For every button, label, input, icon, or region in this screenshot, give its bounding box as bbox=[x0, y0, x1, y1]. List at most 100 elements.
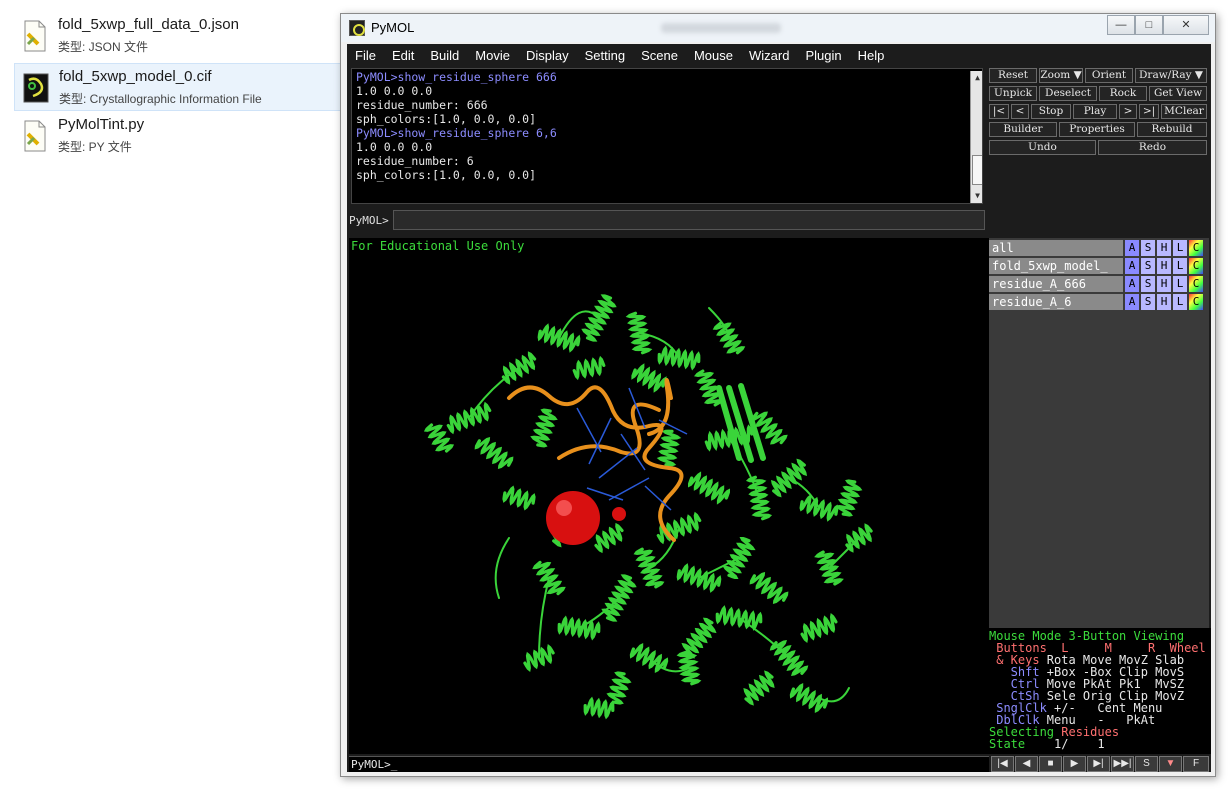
undo-button[interactable]: Undo bbox=[989, 140, 1096, 155]
maximize-button[interactable]: □ bbox=[1135, 15, 1163, 35]
play-button[interactable]: Play bbox=[1073, 104, 1117, 119]
alpha-helix bbox=[749, 571, 789, 605]
state-value: 1/ 1 bbox=[1025, 737, 1105, 751]
file-item-json[interactable]: fold_5xwp_full_data_0.json 类型: JSON 文件 bbox=[14, 12, 344, 60]
step-back-icon[interactable]: ◀ bbox=[1015, 756, 1038, 772]
scene-button[interactable]: S bbox=[1135, 756, 1158, 772]
menu-edit[interactable]: Edit bbox=[384, 44, 422, 66]
loop-segment bbox=[818, 687, 850, 703]
file-type: 类型: JSON 文件 bbox=[58, 40, 149, 54]
console-output[interactable]: PyMOL>show_residue_sphere 666 1.0 0.0 0.… bbox=[351, 68, 983, 204]
stop-button[interactable]: Stop bbox=[1031, 104, 1071, 119]
viewer-command-line[interactable]: PyMOL>_ bbox=[349, 756, 989, 772]
redo-button[interactable]: Redo bbox=[1098, 140, 1207, 155]
protein-structure-render bbox=[423, 294, 873, 720]
menu-movie[interactable]: Movie bbox=[467, 44, 518, 66]
object-show-button[interactable]: S bbox=[1141, 276, 1155, 292]
minimize-button[interactable]: — bbox=[1107, 15, 1135, 35]
reset-button[interactable]: Reset bbox=[989, 68, 1037, 83]
object-show-button[interactable]: S bbox=[1141, 258, 1155, 274]
command-prompt-label: PyMOL> bbox=[349, 214, 389, 227]
stop-icon[interactable]: ■ bbox=[1039, 756, 1062, 772]
file-item-py[interactable]: PyMolTint.py 类型: PY 文件 bbox=[14, 112, 344, 160]
object-action-button[interactable]: A bbox=[1125, 258, 1139, 274]
menu-file[interactable]: File bbox=[347, 44, 384, 66]
pymol-app-icon bbox=[349, 20, 365, 36]
title-bar[interactable]: PyMOL — □ ✕ bbox=[341, 14, 1215, 42]
prev-frame-button[interactable]: < bbox=[1011, 104, 1029, 119]
next-frame-button[interactable]: > bbox=[1119, 104, 1137, 119]
residue-sphere-6 bbox=[612, 507, 626, 521]
object-color-button[interactable]: C bbox=[1189, 294, 1203, 310]
object-name[interactable]: residue_A_666 bbox=[989, 276, 1123, 292]
play-icon[interactable]: ▶ bbox=[1063, 756, 1086, 772]
object-color-button[interactable]: C bbox=[1189, 240, 1203, 256]
rebuild-button[interactable]: Rebuild bbox=[1137, 122, 1207, 137]
menu-plugin[interactable]: Plugin bbox=[797, 44, 849, 66]
unpick-button[interactable]: Unpick bbox=[989, 86, 1037, 101]
alpha-helix bbox=[423, 423, 455, 453]
command-row: PyMOL> bbox=[347, 210, 987, 232]
object-color-button[interactable]: C bbox=[1189, 258, 1203, 274]
alpha-helix bbox=[606, 671, 632, 705]
object-action-button[interactable]: A bbox=[1125, 294, 1139, 310]
deselect-button[interactable]: Deselect bbox=[1039, 86, 1097, 101]
close-button[interactable]: ✕ bbox=[1163, 15, 1209, 35]
object-label-button[interactable]: L bbox=[1173, 240, 1187, 256]
object-hide-button[interactable]: H bbox=[1157, 240, 1171, 256]
object-label-button[interactable]: L bbox=[1173, 294, 1187, 310]
file-name: fold_5xwp_full_data_0.json bbox=[58, 16, 239, 33]
file-type: 类型: Crystallographic Information File bbox=[59, 92, 262, 106]
scroll-up-arrow-icon[interactable]: ▲ bbox=[971, 71, 982, 85]
alpha-helix bbox=[743, 670, 775, 706]
alpha-helix bbox=[835, 479, 863, 517]
scroll-thumb[interactable] bbox=[972, 155, 982, 185]
object-name[interactable]: all bbox=[989, 240, 1123, 256]
console-line: sph_colors:[1.0, 0.0, 0.0] bbox=[356, 168, 537, 182]
object-hide-button[interactable]: H bbox=[1157, 276, 1171, 292]
menu-mouse[interactable]: Mouse bbox=[686, 44, 741, 66]
orient-button[interactable]: Orient bbox=[1085, 68, 1133, 83]
object-color-button[interactable]: C bbox=[1189, 276, 1203, 292]
menu-help[interactable]: Help bbox=[850, 44, 893, 66]
menu-setting[interactable]: Setting bbox=[577, 44, 633, 66]
zoom-button[interactable]: Zoom ▼ bbox=[1039, 68, 1083, 83]
mouse-mode-panel[interactable]: Mouse Mode 3-Button Viewing Buttons L M … bbox=[989, 628, 1211, 754]
first-frame-button[interactable]: |< bbox=[989, 104, 1009, 119]
command-input[interactable] bbox=[393, 210, 985, 230]
menu-scene[interactable]: Scene bbox=[633, 44, 686, 66]
mclear-button[interactable]: MClear bbox=[1161, 104, 1207, 119]
object-action-button[interactable]: A bbox=[1125, 276, 1139, 292]
object-list-panel: all A S H L C fold_5xwp_model_ A S H L C… bbox=[989, 238, 1209, 628]
properties-button[interactable]: Properties bbox=[1059, 122, 1135, 137]
rewind-icon[interactable]: |◀ bbox=[991, 756, 1014, 772]
menu-display[interactable]: Display bbox=[518, 44, 577, 66]
object-hide-button[interactable]: H bbox=[1157, 294, 1171, 310]
object-hide-button[interactable]: H bbox=[1157, 258, 1171, 274]
object-name[interactable]: residue_A_6 bbox=[989, 294, 1123, 310]
object-label-button[interactable]: L bbox=[1173, 276, 1187, 292]
object-label-button[interactable]: L bbox=[1173, 258, 1187, 274]
file-item-cif[interactable]: fold_5xwp_model_0.cif 类型: Crystallograph… bbox=[14, 63, 364, 111]
fullscreen-button[interactable]: F bbox=[1183, 756, 1209, 772]
step-forward-icon[interactable]: ▶| bbox=[1087, 756, 1110, 772]
last-frame-button[interactable]: >| bbox=[1139, 104, 1159, 119]
scroll-down-arrow-icon[interactable]: ▼ bbox=[971, 189, 982, 203]
pymol-window: PyMOL — □ ✕ File Edit Build Movie Display Set… bbox=[340, 13, 1216, 777]
menu-build[interactable]: Build bbox=[422, 44, 467, 66]
object-show-button[interactable]: S bbox=[1141, 294, 1155, 310]
scene-menu-icon[interactable]: ▼ bbox=[1159, 756, 1182, 772]
get-view-button[interactable]: Get View bbox=[1149, 86, 1207, 101]
object-row-residue-6: residue_A_6 A S H L C bbox=[989, 294, 1209, 311]
object-name[interactable]: fold_5xwp_model_ bbox=[989, 258, 1123, 274]
draw-ray-button[interactable]: Draw/Ray ▼ bbox=[1135, 68, 1207, 83]
menu-wizard[interactable]: Wizard bbox=[741, 44, 797, 66]
3d-viewer[interactable]: For Educational Use Only bbox=[349, 238, 989, 754]
fast-forward-icon[interactable]: ▶▶| bbox=[1111, 756, 1134, 772]
console-line: residue_number: 6 bbox=[356, 154, 474, 168]
object-show-button[interactable]: S bbox=[1141, 240, 1155, 256]
object-action-button[interactable]: A bbox=[1125, 240, 1139, 256]
console-scrollbar[interactable]: ▲ ▼ bbox=[970, 71, 982, 203]
rock-button[interactable]: Rock bbox=[1099, 86, 1147, 101]
builder-button[interactable]: Builder bbox=[989, 122, 1057, 137]
